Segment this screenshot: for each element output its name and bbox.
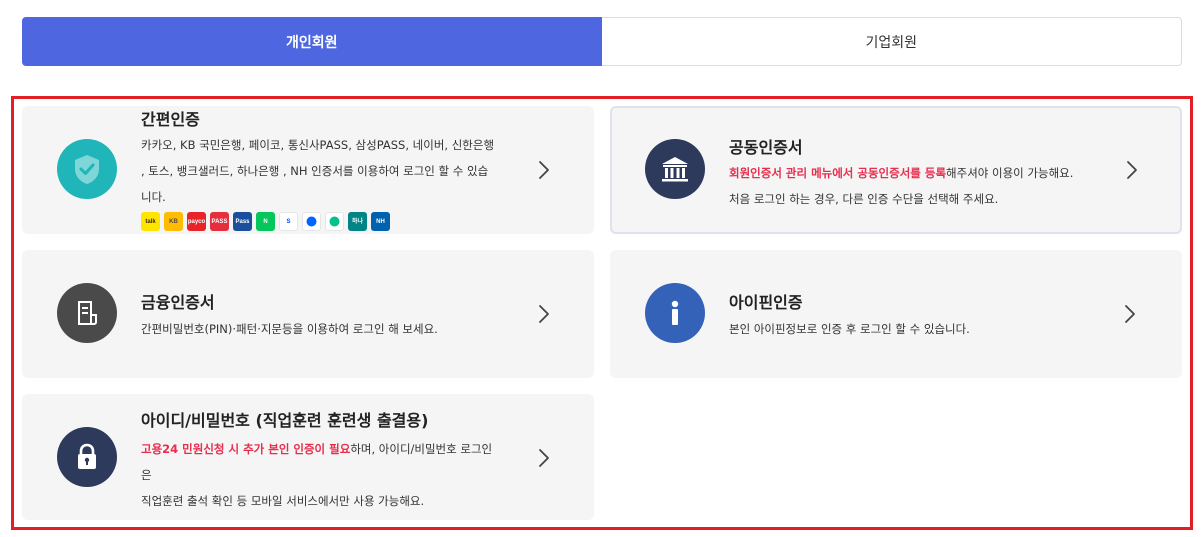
joint-cert-title: 공동인증서 bbox=[729, 138, 803, 157]
id-password-description: 고용24 민원신청 시 추가 본인 인증이 필요하며, 아이디/비밀번호 로그인… bbox=[141, 436, 511, 514]
tab-personal[interactable]: 개인회원 bbox=[22, 17, 602, 66]
member-type-tabs: 개인회원 기업회원 bbox=[22, 17, 1182, 66]
ipin-auth-description: 본인 아이핀정보로 인증 후 로그인 할 수 있습니다. bbox=[729, 322, 970, 336]
chevron-right-icon bbox=[539, 161, 549, 179]
ipin-auth-title: 아이핀인증 bbox=[729, 293, 803, 312]
simple-auth-title: 간편인증 bbox=[141, 110, 200, 129]
id-password-desc-line1: 고용24 민원신청 시 추가 본인 인증이 필요하며, 아이디/비밀번호 로그인 bbox=[141, 436, 511, 462]
simple-auth-card[interactable]: 간편인증 카카오, KB 국민은행, 페이코, 통신사PASS, 삼성PASS,… bbox=[22, 106, 594, 234]
id-password-desc-highlight: 고용24 민원신청 시 추가 본인 인증이 필요 bbox=[141, 442, 351, 456]
simple-auth-desc-line1: 카카오, KB 국민은행, 페이코, 통신사PASS, 삼성PASS, 네이버,… bbox=[141, 138, 495, 152]
kb-icon: KB bbox=[164, 212, 183, 231]
tab-business[interactable]: 기업회원 bbox=[601, 17, 1182, 66]
banksalad-icon bbox=[325, 212, 344, 231]
joint-cert-desc-rest: 해주셔야 이용이 가능해요. bbox=[946, 166, 1074, 180]
financial-cert-description: 간편비밀번호(PIN)·패턴·지문등을 이용하여 로그인 해 보세요. bbox=[141, 322, 438, 336]
document-icon bbox=[57, 283, 117, 343]
shinhan-icon: S bbox=[279, 212, 298, 231]
joint-cert-desc-line2: 처음 로그인 하는 경우, 다른 인증 수단을 선택해 주세요. bbox=[729, 192, 999, 206]
joint-cert-description: 회원인증서 관리 메뉴에서 공동인증서를 등록해주셔야 이용이 가능해요. 처음… bbox=[729, 160, 1129, 212]
id-password-desc-line2: 은 bbox=[141, 468, 152, 482]
simple-auth-desc-line3: 니다. bbox=[141, 190, 166, 204]
joint-cert-card[interactable]: 공동인증서 회원인증서 관리 메뉴에서 공동인증서를 등록해주셔야 이용이 가능… bbox=[610, 106, 1182, 234]
toss-icon bbox=[302, 212, 321, 231]
id-password-desc-rest: 하며, 아이디/비밀번호 로그인 bbox=[350, 442, 493, 456]
shield-check-icon bbox=[57, 139, 117, 199]
id-password-title: 아이디/비밀번호 (직업훈련 훈련생 출결용) bbox=[141, 411, 429, 430]
auth-provider-icons: talk KB payco PASS Pass N S 하나 NH bbox=[141, 212, 390, 231]
naver-icon: N bbox=[256, 212, 275, 231]
ipin-auth-card[interactable]: 아이핀인증 본인 아이핀정보로 인증 후 로그인 할 수 있습니다. bbox=[610, 250, 1182, 378]
payco-icon: payco bbox=[187, 212, 206, 231]
financial-cert-title: 금융인증서 bbox=[141, 293, 215, 312]
kakao-icon: talk bbox=[141, 212, 160, 231]
lock-icon bbox=[57, 427, 117, 487]
chevron-right-icon bbox=[539, 449, 549, 467]
pass-icon: PASS bbox=[210, 212, 229, 231]
hana-icon: 하나 bbox=[348, 212, 367, 231]
simple-auth-desc-line2: , 토스, 뱅크샐러드, 하나은행 , NH 인증서를 이용하여 로그인 할 수… bbox=[141, 164, 489, 178]
simple-auth-description: 카카오, KB 국민은행, 페이코, 통신사PASS, 삼성PASS, 네이버,… bbox=[141, 132, 511, 210]
samsung-pass-icon: Pass bbox=[233, 212, 252, 231]
chevron-right-icon bbox=[1125, 305, 1135, 323]
nh-icon: NH bbox=[371, 212, 390, 231]
chevron-right-icon bbox=[1127, 161, 1137, 179]
id-password-desc-line3: 직업훈련 출석 확인 등 모바일 서비스에서만 사용 가능해요. bbox=[141, 494, 425, 508]
info-icon bbox=[645, 283, 705, 343]
bank-building-icon bbox=[645, 139, 705, 199]
financial-cert-card[interactable]: 금융인증서 간편비밀번호(PIN)·패턴·지문등을 이용하여 로그인 해 보세요… bbox=[22, 250, 594, 378]
joint-cert-desc-line1: 회원인증서 관리 메뉴에서 공동인증서를 등록해주셔야 이용이 가능해요. bbox=[729, 160, 1129, 186]
id-password-card[interactable]: 아이디/비밀번호 (직업훈련 훈련생 출결용) 고용24 민원신청 시 추가 본… bbox=[22, 394, 594, 520]
joint-cert-desc-highlight: 회원인증서 관리 메뉴에서 공동인증서를 등록 bbox=[729, 166, 947, 180]
chevron-right-icon bbox=[539, 305, 549, 323]
